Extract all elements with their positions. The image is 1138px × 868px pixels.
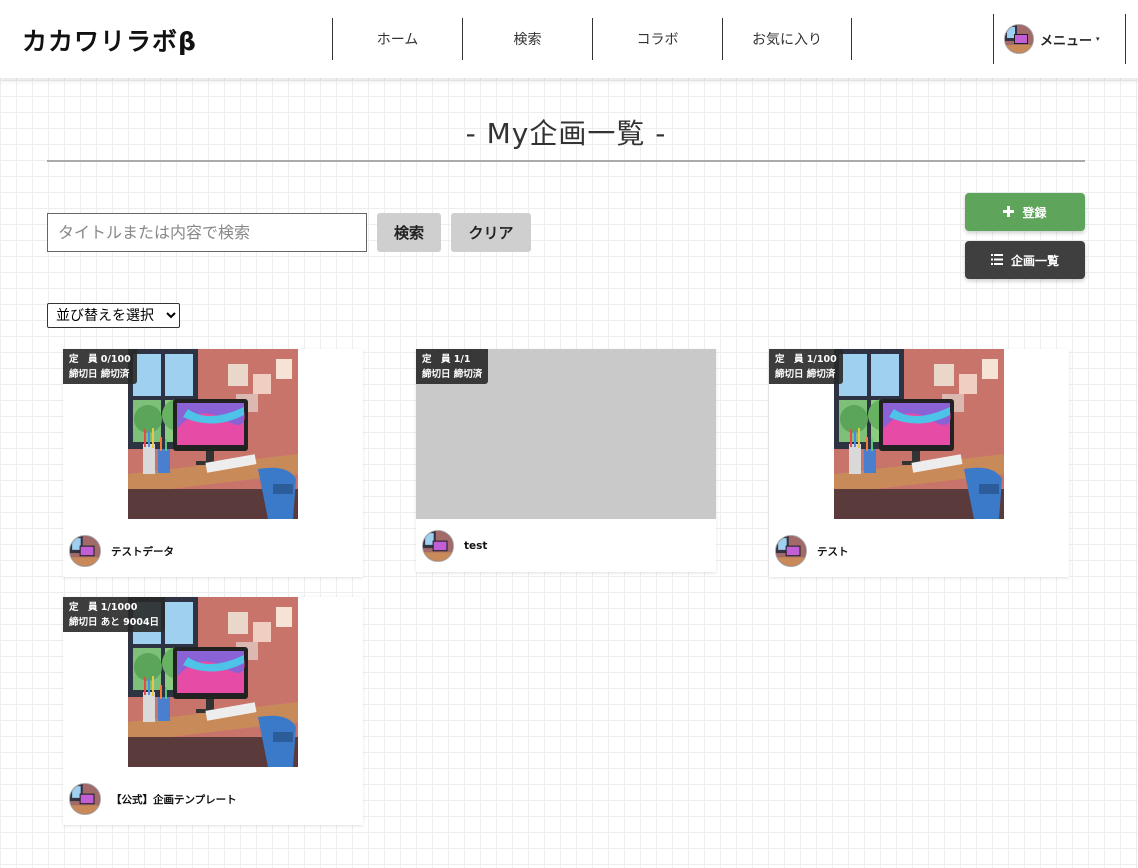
card-deadline: 締切日 締切済 <box>775 369 836 380</box>
project-card[interactable]: 定 員 0/100 締切日 締切済 テストデータ <box>63 349 363 577</box>
avatar <box>69 783 101 815</box>
nav-collab[interactable]: コラボ <box>592 18 722 60</box>
card-capacity: 定 員 0/100 <box>69 354 131 365</box>
page-title: - My企画一覧 - <box>465 117 667 150</box>
card-deadline: 締切日 締切済 <box>69 369 130 380</box>
card-deadline: 締切日 締切済 <box>422 369 483 380</box>
project-thumbnail <box>834 349 1004 519</box>
avatar <box>775 535 807 567</box>
card-title: テストデータ <box>111 545 174 558</box>
list-icon <box>990 252 1003 268</box>
card-capacity: 定 員 1/1 <box>422 354 471 365</box>
register-button[interactable]: 登録 <box>965 193 1085 231</box>
card-footer: test <box>422 530 487 562</box>
avatar <box>69 535 101 567</box>
card-deadline: 締切日 あと 9004日 <box>69 617 160 628</box>
title-divider <box>47 160 1085 162</box>
project-card[interactable]: 定 員 1/100 締切日 締切済 テスト <box>769 349 1069 577</box>
sort-select[interactable]: 並び替えを選択 <box>47 303 180 328</box>
card-badge: 定 員 0/100 締切日 締切済 <box>63 349 137 384</box>
site-logo[interactable]: カカワリラボβ <box>22 22 197 58</box>
card-capacity: 定 員 1/100 <box>775 354 837 365</box>
nav-home[interactable]: ホーム <box>332 18 462 60</box>
card-badge: 定 員 1/100 締切日 締切済 <box>769 349 843 384</box>
project-list-button[interactable]: 企画一覧 <box>965 241 1085 279</box>
project-card[interactable]: 定 員 1/1000 締切日 あと 9004日 【公式】企画テンプレート <box>63 597 363 825</box>
card-title: 【公式】企画テンプレート <box>111 793 237 806</box>
card-title: test <box>464 540 488 552</box>
project-card[interactable]: 定 員 1/1 締切日 締切済 test <box>416 349 716 572</box>
clear-button[interactable]: クリア <box>451 213 531 252</box>
card-capacity: 定 員 1/1000 <box>69 602 138 613</box>
search-input[interactable] <box>47 213 367 252</box>
main-nav: ホーム 検索 コラボ お気に入り <box>332 18 852 60</box>
card-footer: テスト <box>775 535 849 567</box>
card-title: テスト <box>817 545 849 558</box>
project-list-label: 企画一覧 <box>1010 253 1059 268</box>
search-button[interactable]: 検索 <box>377 213 441 252</box>
header: カカワリラボβ ホーム 検索 コラボ お気に入り メニュー ▾ <box>0 0 1138 78</box>
avatar <box>422 530 454 562</box>
card-footer: テストデータ <box>69 535 174 567</box>
plus-icon <box>1003 204 1015 220</box>
nav-favorites[interactable]: お気に入り <box>722 18 852 60</box>
avatar <box>1004 24 1034 54</box>
menu-label: メニュー <box>1040 33 1093 49</box>
register-label: 登録 <box>1022 205 1047 220</box>
project-thumbnail <box>128 349 298 519</box>
caret-down-icon: ▾ <box>1096 35 1100 43</box>
card-footer: 【公式】企画テンプレート <box>69 783 237 815</box>
user-menu[interactable]: メニュー ▾ <box>993 14 1126 64</box>
nav-search[interactable]: 検索 <box>462 18 592 60</box>
card-badge: 定 員 1/1 締切日 締切済 <box>416 349 489 384</box>
card-badge: 定 員 1/1000 締切日 あと 9004日 <box>63 597 166 632</box>
